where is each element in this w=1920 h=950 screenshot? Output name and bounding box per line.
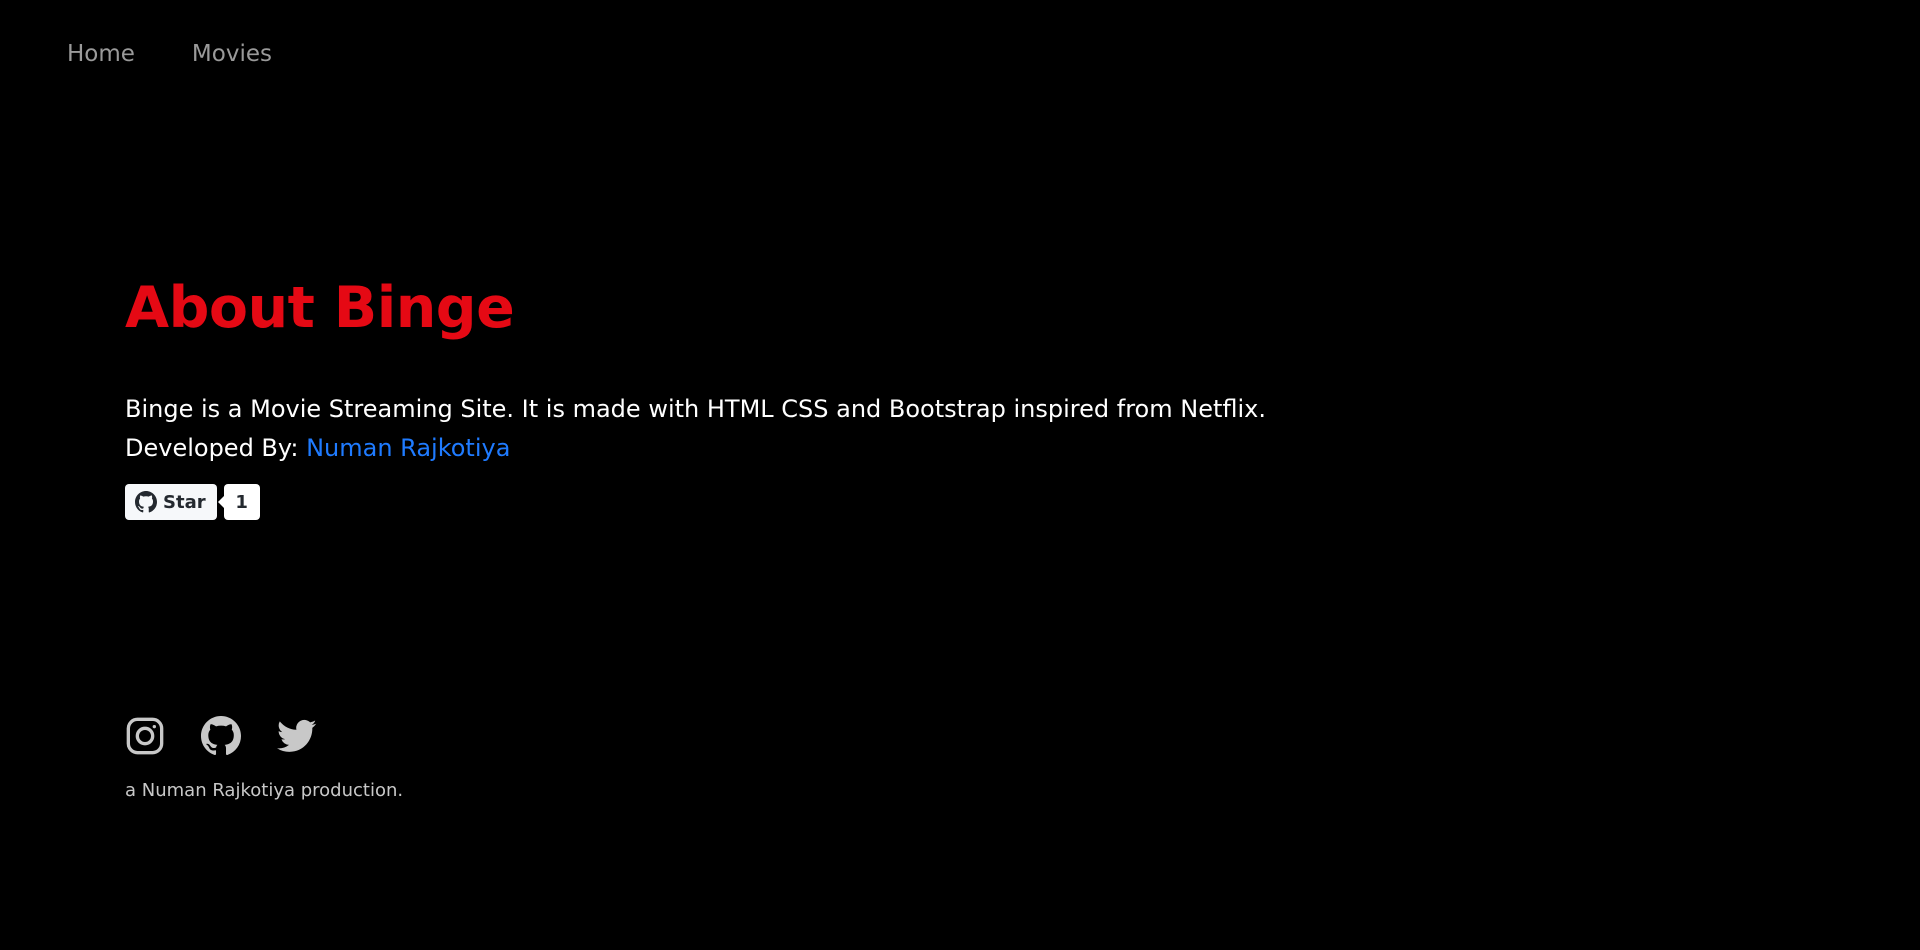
footer-credit: a Numan Rajkotiya production.: [125, 780, 404, 801]
nav-home-link[interactable]: Home: [67, 37, 135, 71]
page: Home Movies About Binge Binge is a Movie…: [0, 0, 1920, 950]
developer-line: Developed By: Numan Rajkotiya: [125, 429, 1266, 468]
social-links: [125, 716, 403, 756]
about-section: About Binge Binge is a Movie Streaming S…: [125, 268, 1266, 520]
developer-link[interactable]: Numan Rajkotiya: [306, 434, 510, 462]
github-star-button[interactable]: Star: [125, 484, 217, 520]
github-icon[interactable]: [201, 716, 241, 756]
twitter-icon[interactable]: [277, 716, 317, 756]
page-title: About Binge: [125, 275, 515, 341]
github-star-label: Star: [163, 491, 206, 513]
nav-movies-link[interactable]: Movies: [192, 37, 272, 71]
footer: a Numan Rajkotiya production.: [125, 716, 403, 801]
github-star-widget: Star 1: [125, 484, 1266, 520]
instagram-icon[interactable]: [125, 716, 165, 756]
github-star-count[interactable]: 1: [217, 484, 260, 520]
github-icon: [135, 491, 157, 513]
developed-by-label: Developed By:: [125, 434, 307, 462]
top-nav: Home Movies: [67, 37, 272, 71]
about-description: Binge is a Movie Streaming Site. It is m…: [125, 395, 1266, 423]
